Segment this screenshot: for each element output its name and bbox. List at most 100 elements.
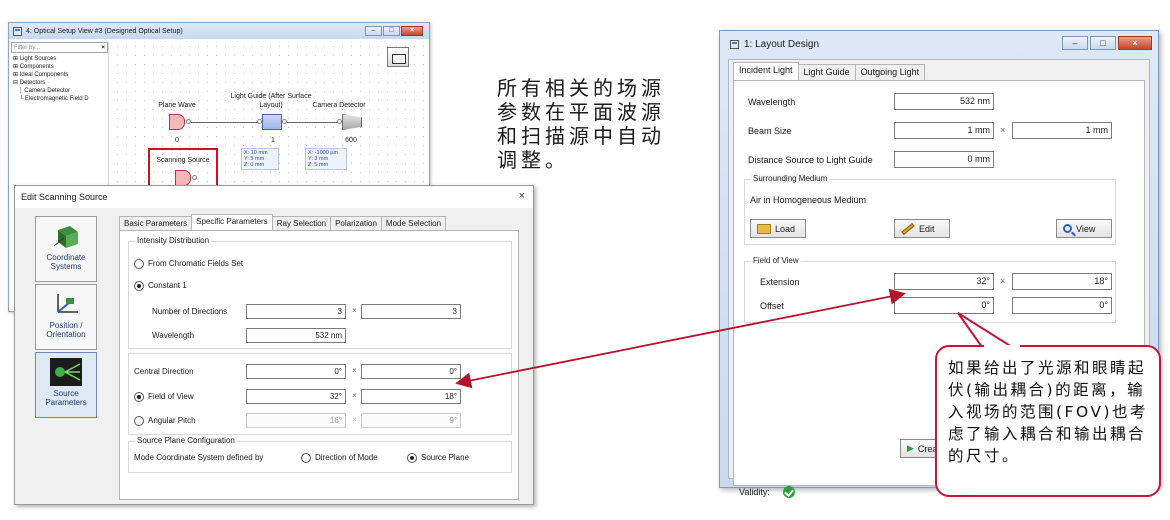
connector-line — [287, 122, 341, 123]
specific-parameters-panel: Intensity Distribution From Chromatic Fi… — [119, 230, 519, 500]
times-sign: × — [1000, 276, 1006, 286]
window-app-icon — [730, 39, 739, 49]
filter-placeholder: Filter by... — [14, 44, 40, 51]
beam-size-y-input[interactable]: 1 mm — [1012, 122, 1112, 139]
callout-box: 如果给出了光源和眼睛起伏(输出耦合)的距离，输入视场的范围(FOV)也考虑了输入… — [935, 345, 1161, 497]
scanning-source-label: Scanning Source — [156, 157, 210, 164]
tab-basic-parameters[interactable]: Basic Parameters — [119, 216, 193, 230]
tree-item-components[interactable]: ⊞ Components — [11, 63, 108, 71]
validity-check-icon — [783, 486, 795, 498]
tree-item-em-field-detector[interactable]: └ Electromagnetic Field D — [11, 95, 108, 103]
clear-filter-icon[interactable]: × — [101, 45, 105, 51]
output-port-icon — [192, 175, 197, 180]
plane-wave-label: Plane Wave — [158, 102, 196, 109]
magnifier-icon — [1063, 224, 1072, 233]
field-of-view-label: Field of View — [148, 392, 194, 401]
wavelength-label: Wavelength — [748, 97, 796, 107]
extension-y-input[interactable]: 18° — [1012, 273, 1112, 290]
field-of-view-title: Field of View — [751, 256, 801, 265]
num-directions-y-input[interactable]: 3 — [361, 304, 461, 319]
filter-input[interactable]: Filter by... × — [11, 42, 108, 53]
tab-light-guide[interactable]: Light Guide — [797, 64, 856, 80]
offset-y-input[interactable]: 0° — [1012, 297, 1112, 314]
view-button[interactable]: View — [1056, 219, 1112, 238]
camera-detector-info: X: -1000 µm Y: 3 mm Z: 5 mm — [305, 148, 347, 170]
fov-x-input[interactable]: 32° — [246, 389, 346, 404]
times-sign: × — [352, 391, 357, 400]
constant-label: Constant 1 — [148, 281, 187, 290]
times-sign: × — [352, 306, 357, 315]
tree-item-light-sources[interactable]: ⊞ Light Sources — [11, 55, 108, 63]
intensity-distribution-title: Intensity Distribution — [135, 236, 212, 245]
light-guide-icon[interactable] — [262, 114, 282, 130]
source-plane-radio[interactable] — [407, 453, 417, 463]
central-direction-x-input[interactable]: 0° — [246, 364, 346, 379]
connector-line — [191, 122, 263, 123]
tab-ray-selection[interactable]: Ray Selection — [271, 216, 332, 230]
central-direction-y-input[interactable]: 0° — [361, 364, 461, 379]
angular-pitch-radio[interactable] — [134, 416, 144, 426]
source-plane-label: Source Plane — [421, 453, 470, 462]
source-plane-title: Source Plane Configuration — [135, 436, 237, 445]
optical-setup-titlebar: 4: Optical Setup View #3 (Designed Optic… — [9, 23, 429, 39]
position-orientation-button[interactable]: Position / Orientation — [35, 284, 97, 350]
tab-mode-selection[interactable]: Mode Selection — [380, 216, 447, 230]
input-port-icon — [337, 119, 342, 124]
extension-x-input[interactable]: 32° — [894, 273, 994, 290]
window-app-icon — [13, 26, 22, 36]
times-sign: × — [352, 415, 357, 424]
offset-x-input[interactable]: 0° — [894, 297, 994, 314]
beam-size-x-input[interactable]: 1 mm — [894, 122, 994, 139]
chromatic-fields-radio[interactable] — [134, 259, 144, 269]
light-guide-info: X: 10 mm Y: 5 mm Z: 0 mm — [241, 148, 279, 170]
times-sign: × — [352, 366, 357, 375]
maximize-button[interactable]: □ — [1090, 36, 1116, 50]
layout-tabs: Incident Light Light Guide Outgoing Ligh… — [733, 62, 926, 80]
close-icon[interactable]: × — [519, 190, 525, 202]
distance-label: Distance Source to Light Guide — [748, 155, 873, 165]
tree-item-detectors[interactable]: ⊟ Detectors — [11, 79, 108, 87]
dialog-title: Edit Scanning Source — [21, 192, 108, 202]
field-of-view-radio[interactable] — [134, 392, 144, 402]
direction-of-mode-radio[interactable] — [301, 453, 311, 463]
plane-wave-source-icon[interactable] — [169, 114, 185, 130]
minimize-button[interactable]: – — [1062, 36, 1088, 50]
camera-detector-icon[interactable] — [342, 114, 362, 130]
num-directions-x-input[interactable]: 3 — [246, 304, 346, 319]
scanning-source-icon[interactable] — [175, 170, 191, 186]
dialog-tabs: Basic Parameters Specific Parameters Ray… — [119, 214, 447, 230]
angular-pitch-y-input[interactable]: 9° — [361, 413, 461, 428]
tab-incident-light[interactable]: Incident Light — [733, 62, 799, 80]
tab-outgoing-light[interactable]: Outgoing Light — [854, 64, 926, 80]
play-icon: ▶ — [907, 443, 914, 453]
central-direction-label: Central Direction — [134, 367, 194, 376]
load-button[interactable]: Load — [750, 219, 806, 238]
edit-button[interactable]: Edit — [894, 219, 950, 238]
source-parameters-button[interactable]: Source Parameters — [35, 352, 97, 418]
fov-y-input[interactable]: 18° — [361, 389, 461, 404]
folder-icon — [757, 223, 771, 234]
tree-item-camera-detector[interactable]: ┊ Camera Detector — [11, 87, 108, 95]
wavelength-label: Wavelength — [152, 331, 194, 340]
wavelength-input[interactable]: 532 nm — [894, 93, 994, 110]
minimize-button[interactable]: – — [365, 26, 382, 36]
direction-of-mode-label: Direction of Mode — [315, 453, 378, 462]
coordinate-systems-button[interactable]: Coordinate Systems — [35, 216, 97, 282]
toolbox-icon[interactable] — [387, 47, 409, 67]
tab-polarization[interactable]: Polarization — [330, 216, 382, 230]
chromatic-fields-label: From Chromatic Fields Set — [148, 259, 244, 268]
plane-wave-id: 0 — [175, 137, 179, 144]
position-orientation-label: Position / Orientation — [46, 321, 86, 339]
angular-pitch-label: Angular Pitch — [148, 416, 196, 425]
tab-specific-parameters[interactable]: Specific Parameters — [191, 214, 273, 230]
maximize-button[interactable]: □ — [383, 26, 400, 36]
distance-input[interactable]: 0 mm — [894, 151, 994, 168]
wavelength-input[interactable]: 532 nm — [246, 328, 346, 343]
pencil-icon — [901, 222, 915, 235]
angular-pitch-x-input[interactable]: 16° — [246, 413, 346, 428]
close-window-button[interactable]: × — [401, 26, 423, 36]
close-window-button[interactable]: × — [1118, 36, 1152, 50]
constant-radio[interactable] — [134, 281, 144, 291]
tree-item-ideal-components[interactable]: ⊞ Ideal Components — [11, 71, 108, 79]
camera-detector-id: 600 — [345, 137, 357, 144]
